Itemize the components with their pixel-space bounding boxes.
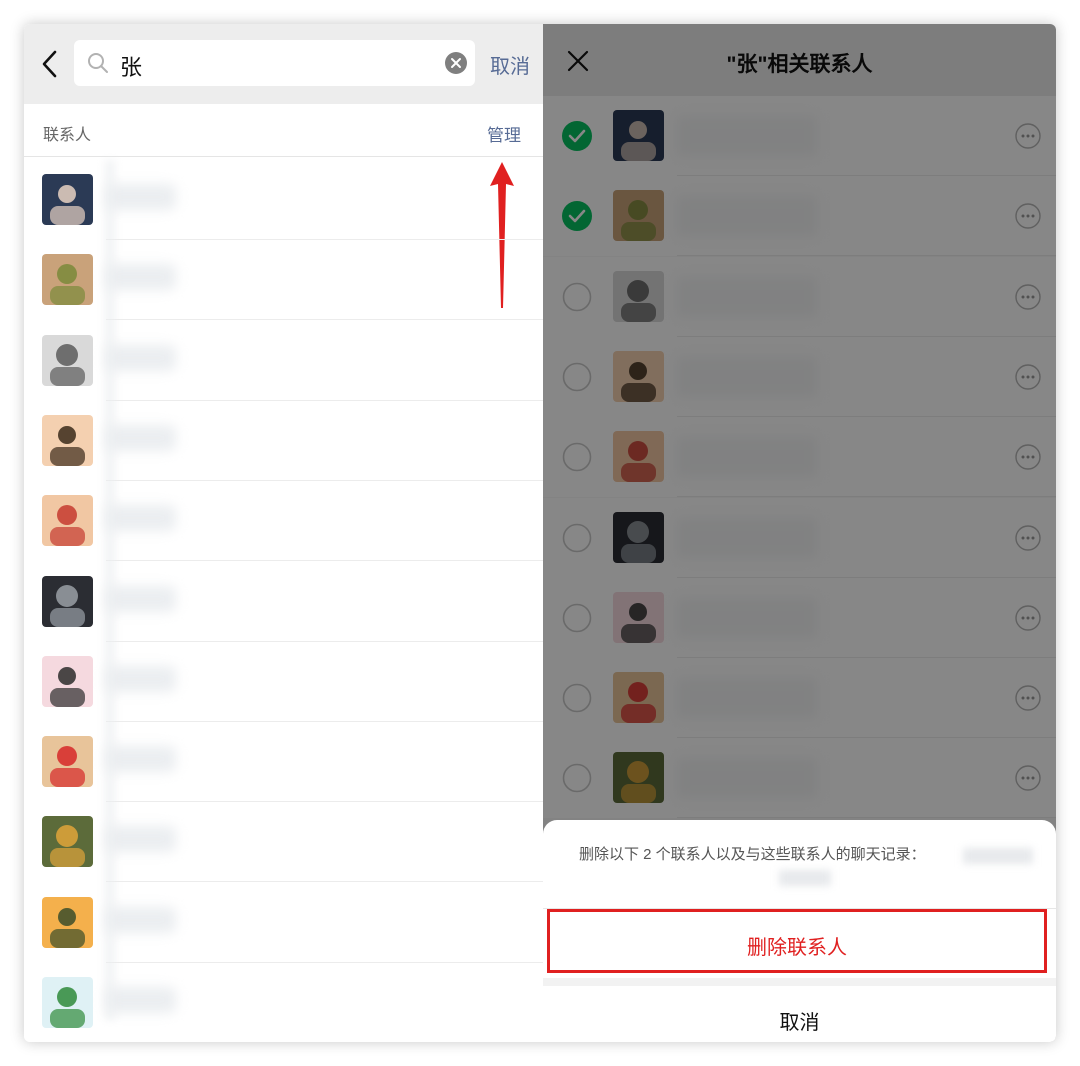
- avatar-illustration-map-icon: [42, 977, 93, 1028]
- back-arrow-icon[interactable]: [38, 48, 62, 80]
- section-label: 联系人: [43, 127, 92, 144]
- blurred-text: [779, 870, 831, 886]
- search-icon: [88, 53, 108, 73]
- avatar-sunset-field-icon: [42, 896, 93, 948]
- delete-action-sheet: 删除以下 2 个联系人以及与这些联系人的聊天记录： 删除联系人 取消: [543, 820, 1056, 1042]
- clear-search-icon[interactable]: [445, 52, 467, 74]
- avatar-cartoon-girl-flower-icon: [42, 655, 93, 707]
- avatar-grayscale-photo-icon: [42, 334, 93, 386]
- search-top-bar: 张 取消: [24, 24, 543, 104]
- avatar-dark-app-icon: [42, 575, 93, 627]
- search-results-pane: 张 取消 联系人 管理: [24, 24, 543, 1042]
- manage-contacts-pane: "张"相关联系人 删除以下 2 个联系人以及与这些联系人的聊天记录： 删除联系人…: [543, 24, 1056, 1042]
- avatar-cartoon-girl-food-icon: [42, 414, 93, 466]
- avatar-cat-icon: [42, 254, 93, 306]
- avatar-crayon-shinchan-icon: [42, 495, 93, 547]
- screenshot-frame: 张 取消 联系人 管理 "张"相关联系人 删除以下 2 个联系人以及与这些联系人…: [24, 24, 1056, 1042]
- avatar-autumn-trees-icon: [42, 816, 93, 868]
- cancel-button[interactable]: 取消: [543, 1006, 1056, 1035]
- name-blur-strip: [102, 160, 118, 1020]
- manage-button[interactable]: 管理: [487, 121, 521, 146]
- delete-confirmation-message: 删除以下 2 个联系人以及与这些联系人的聊天记录：: [579, 846, 926, 863]
- avatar-heart-zhang-icon: [42, 736, 93, 788]
- cancel-search-button[interactable]: 取消: [490, 50, 530, 79]
- avatar-portrait-woman-icon: [42, 174, 93, 225]
- divider: [543, 978, 1056, 986]
- delete-contacts-label: 删除联系人: [747, 937, 847, 959]
- delete-contacts-button[interactable]: 删除联系人: [547, 909, 1047, 973]
- blurred-text: [963, 848, 1033, 864]
- search-query-text: 张: [120, 55, 143, 80]
- search-input[interactable]: 张: [74, 40, 475, 86]
- contacts-section-header: 联系人 管理: [24, 104, 543, 157]
